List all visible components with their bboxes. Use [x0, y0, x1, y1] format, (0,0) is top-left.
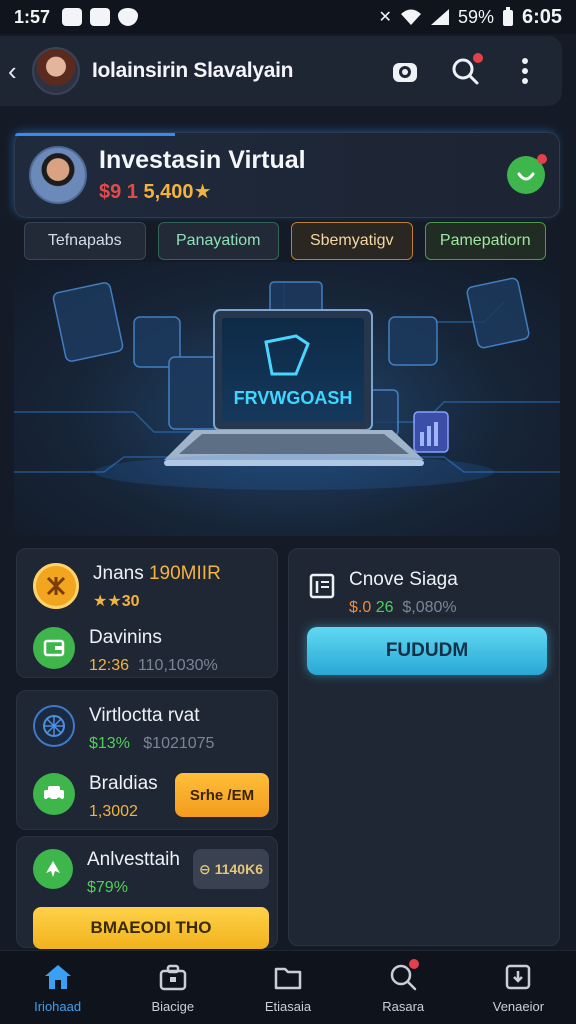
camera-button[interactable]: [390, 56, 420, 86]
notification-dot: [537, 154, 547, 164]
jnans-title: Jnans 190MIIR: [93, 563, 221, 584]
screen-text: FRVWGOASH: [234, 388, 353, 408]
coin-icon: ⊖: [198, 860, 211, 877]
choose-card[interactable]: Cnove Siaga $.0 26 $,080% FUDUDM: [288, 548, 560, 946]
wifi-icon: [400, 9, 421, 25]
jnans-rating: ★★30: [93, 593, 140, 610]
balance-value: 5,400: [143, 181, 194, 203]
briefcase-icon: [157, 961, 189, 993]
wallet-icon: [33, 627, 75, 669]
investtaih-value: $79%: [87, 879, 128, 896]
mute-icon: ✕: [378, 9, 392, 26]
braldias-value: 1,3002: [89, 803, 138, 820]
profile-balance: $9 1 5,400★: [99, 179, 306, 204]
search-badge-icon: [387, 959, 420, 993]
status-clock: 6:05: [521, 5, 562, 28]
avatar[interactable]: [32, 47, 80, 95]
share-button[interactable]: Srhe /EM: [175, 773, 269, 817]
notification-shield-icon: [118, 8, 139, 26]
virtual-title: Virtloctta rvat: [89, 705, 200, 726]
tab-panayatiom[interactable]: Panayatiom: [157, 222, 279, 260]
amount-chip[interactable]: ⊖ 1140K6: [193, 849, 269, 889]
invest-card[interactable]: Anlvesttaih $79% ⊖ 1140K6 BMAEODI THO: [16, 836, 278, 949]
davinins-title: Davinins: [89, 627, 162, 648]
page-title: Iolainsirin Slavalyain: [92, 59, 294, 82]
nav-item-briefcase[interactable]: Biacige: [115, 951, 230, 1024]
app-bar: ‹ Iolainsirin Slavalyain: [0, 36, 562, 106]
more-vertical-icon: [522, 58, 528, 84]
nav-item-home[interactable]: Iriohaad: [0, 951, 115, 1024]
smile-badge-icon[interactable]: [507, 154, 547, 194]
choose-title: Cnove Siaga: [349, 569, 458, 590]
camera-icon: [393, 63, 417, 82]
profile-avatar: [29, 146, 87, 204]
status-time: 1:57: [14, 6, 51, 27]
tab-sbemyatigv[interactable]: Sbemyatigv: [291, 222, 413, 260]
choose-values: $.0 26 $,080%: [349, 599, 457, 616]
nav-item-search[interactable]: Rasara: [346, 951, 461, 1024]
coin-icon: [33, 563, 79, 609]
davinins-values: 12:36 110,1030%: [89, 657, 218, 674]
search-button[interactable]: [450, 53, 483, 86]
status-bar: 1:57 ✕ 59% 6:05: [0, 0, 576, 34]
invest-now-button[interactable]: BMAEODI THO: [33, 907, 269, 949]
chevron-left-icon[interactable]: ‹: [8, 56, 28, 87]
bottom-nav: Iriohaad Biacige Etiasaia Rasara Venaeio…: [0, 950, 576, 1024]
nav-item-folder[interactable]: Etiasaia: [230, 951, 345, 1024]
notification-app-icon: [62, 8, 83, 26]
hero-illustration: FRVWGOASH: [14, 262, 560, 536]
tab-tefnapabs[interactable]: Tefnapabs: [24, 222, 146, 260]
chip-label: 1140K6: [214, 861, 263, 877]
nav-label: Iriohaad: [34, 999, 82, 1014]
virtual-card[interactable]: Virtloctta rvat $13% $1021075 Braldias 1…: [16, 690, 278, 830]
battery-icon: [502, 7, 513, 26]
braldias-title: Braldias: [89, 773, 158, 794]
investtaih-title: Anlvesttaih: [87, 849, 180, 870]
notification-app-icon: [90, 8, 111, 26]
notification-icons: [62, 8, 139, 26]
notification-dot: [473, 53, 483, 63]
car-icon: [33, 773, 75, 815]
portfolio-card[interactable]: Jnans 190MIIR ★★30 Davinins 12:36 110,10…: [16, 548, 278, 678]
battery-percent: 59%: [457, 6, 494, 27]
folder-icon: [272, 961, 304, 993]
home-icon: [42, 961, 74, 993]
laptop-illustration: FRVWGOASH: [14, 277, 560, 490]
fududm-button[interactable]: FUDUDM: [307, 627, 547, 675]
arrow-up-icon: [33, 849, 73, 889]
tab-pamepatiorn[interactable]: Pamepatiorn: [424, 222, 546, 260]
star-icon: ★: [193, 181, 212, 203]
nav-label: Rasara: [382, 999, 425, 1014]
virtual-values: $13% $1021075: [89, 735, 215, 752]
signal-icon: [430, 9, 449, 25]
list-icon: [309, 573, 335, 599]
balance-prefix: $9 1: [99, 181, 138, 203]
more-options-button[interactable]: [510, 56, 540, 86]
nav-label: Biacige: [151, 999, 195, 1014]
compass-icon: [33, 705, 75, 747]
profile-title: Investasin Virtual: [99, 146, 306, 174]
nav-label: Venaeior: [492, 999, 545, 1014]
nav-label: Etiasaia: [264, 999, 312, 1014]
profile-card[interactable]: Investasin Virtual $9 1 5,400★: [14, 132, 560, 218]
download-box-icon: [502, 961, 534, 993]
nav-item-download[interactable]: Venaeior: [461, 951, 576, 1024]
tab-bar: Tefnapabs Panayatiom Sbemyatigv Pamepati…: [24, 222, 546, 260]
